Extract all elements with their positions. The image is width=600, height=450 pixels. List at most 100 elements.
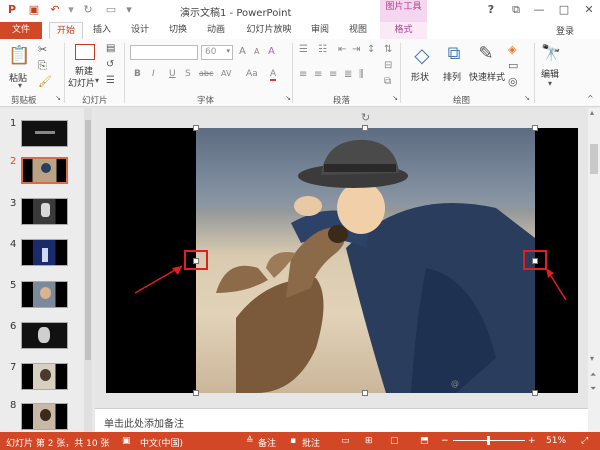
edit-area-scrollbar[interactable]: ▴ ▾ ⏶ ⏷	[588, 108, 600, 432]
numbering-icon[interactable]: ☷	[318, 44, 327, 55]
arrange-button[interactable]: 排列	[443, 70, 461, 83]
undo-icon[interactable]: ↶	[48, 3, 62, 17]
tab-review[interactable]: 审阅	[305, 22, 335, 39]
resize-handle-top-right[interactable]	[532, 125, 538, 131]
new-slide-icon[interactable]	[75, 44, 95, 60]
tab-insert[interactable]: 插入	[87, 22, 117, 39]
underline-button[interactable]: U	[169, 69, 176, 79]
char-spacing-button[interactable]: AV	[221, 69, 231, 78]
start-slideshow-icon[interactable]: ▭	[104, 3, 118, 17]
copy-icon[interactable]: ⎘	[38, 59, 47, 73]
normal-view-icon[interactable]: ▭	[341, 436, 350, 446]
line-spacing-icon[interactable]: ↕	[367, 44, 375, 55]
format-painter-icon[interactable]: 🖌	[38, 75, 52, 88]
help-button[interactable]: ?	[482, 3, 500, 16]
shapes-button[interactable]: 形状	[411, 70, 429, 83]
resize-handle-bottom-right[interactable]	[532, 390, 538, 396]
undo-dropdown-icon[interactable]: ▾	[64, 3, 78, 17]
resize-handle-top[interactable]	[362, 125, 368, 131]
smartart-icon[interactable]: ⧉	[384, 76, 391, 87]
paste-dropdown-icon[interactable]: ▾	[18, 81, 22, 90]
editing-dropdown-icon[interactable]: ▾	[548, 79, 552, 88]
section-icon[interactable]: ☰	[106, 75, 115, 86]
slide-thumbnail[interactable]	[21, 363, 68, 390]
quick-styles-icon[interactable]: ✎	[474, 43, 498, 64]
drawing-launcher-icon[interactable]: ↘	[521, 94, 533, 102]
thumbnail-scrollbar[interactable]	[84, 108, 92, 432]
slideshow-view-icon[interactable]: ⬒	[420, 436, 429, 446]
save-icon[interactable]: ▣	[27, 3, 41, 17]
resize-handle-bottom[interactable]	[362, 390, 368, 396]
align-text-icon[interactable]: ⊟	[384, 60, 392, 71]
zoom-out-button[interactable]: −	[441, 436, 449, 446]
language-status[interactable]: 中文(中国)	[140, 436, 183, 449]
tab-view[interactable]: 视图	[343, 22, 373, 39]
shape-outline-icon[interactable]: ▭	[508, 59, 518, 72]
align-center-icon[interactable]: ≡	[314, 69, 322, 80]
align-left-icon[interactable]: ≡	[299, 69, 307, 80]
align-right-icon[interactable]: ≡	[329, 69, 337, 80]
slide-thumbnail-active[interactable]	[21, 157, 68, 184]
comments-toggle-icon[interactable]: ▪	[290, 436, 296, 446]
find-icon[interactable]: 🔭	[541, 43, 561, 62]
resize-handle-top-left[interactable]	[193, 125, 199, 131]
font-color-button[interactable]: A	[270, 69, 277, 81]
tab-slideshow[interactable]: 幻灯片放映	[243, 22, 295, 39]
slide-sorter-icon[interactable]: ⊞	[365, 436, 373, 446]
font-name-select[interactable]	[130, 45, 198, 60]
slide-thumbnail[interactable]	[21, 322, 68, 349]
next-slide-icon[interactable]: ⏷	[590, 384, 596, 394]
tab-animations[interactable]: 动画	[201, 22, 231, 39]
spellcheck-icon[interactable]: ▣	[122, 436, 131, 446]
bullets-icon[interactable]: ☰	[299, 44, 308, 55]
strikethrough-button[interactable]: abc	[199, 69, 213, 78]
grow-font-button[interactable]: A	[239, 46, 246, 57]
close-button[interactable]: ✕	[580, 3, 598, 16]
shrink-font-button[interactable]: A	[254, 47, 259, 56]
bold-button[interactable]: B	[134, 69, 141, 79]
italic-button[interactable]: I	[152, 69, 155, 79]
tab-format[interactable]: 格式	[380, 22, 427, 39]
columns-icon[interactable]: ⫼	[359, 69, 364, 80]
font-size-select[interactable]: 60 ▾	[201, 45, 233, 60]
scrollbar-thumb[interactable]	[85, 120, 91, 360]
notes-toggle-icon[interactable]: ≙	[246, 436, 254, 446]
scroll-down-icon[interactable]: ▾	[590, 354, 594, 363]
zoom-level[interactable]: 51%	[546, 436, 566, 446]
shadow-button[interactable]: S	[185, 69, 191, 79]
increase-indent-icon[interactable]: ⇥	[352, 44, 360, 55]
reading-view-icon[interactable]: ▢	[390, 436, 399, 446]
slide-thumbnail[interactable]	[21, 198, 68, 225]
comments-toggle-button[interactable]: 批注	[302, 436, 320, 449]
tab-home[interactable]: 开始	[49, 22, 83, 39]
change-case-button[interactable]: Aa	[246, 69, 258, 79]
slide-photo[interactable]: @	[196, 128, 535, 393]
font-size-dropdown-icon[interactable]: ▾	[226, 47, 230, 55]
fit-to-window-icon[interactable]: ⤢	[581, 436, 588, 446]
shapes-icon[interactable]: ◇	[410, 43, 434, 67]
scrollbar-thumb[interactable]	[590, 144, 598, 174]
decrease-indent-icon[interactable]: ⇤	[338, 44, 346, 55]
shape-fill-icon[interactable]: ◈	[508, 43, 516, 56]
minimize-button[interactable]: —	[530, 3, 548, 16]
tab-transitions[interactable]: 切换	[163, 22, 193, 39]
text-direction-icon[interactable]: ⇅	[384, 44, 392, 55]
resize-handle-bottom-left[interactable]	[193, 390, 199, 396]
customize-toolbar-icon[interactable]: ▾	[122, 3, 136, 17]
ribbon-display-button[interactable]: ⧉	[507, 3, 525, 17]
reset-icon[interactable]: ↺	[106, 59, 114, 70]
shape-effects-icon[interactable]: ◎	[508, 75, 518, 88]
quick-styles-button[interactable]: 快速样式	[469, 70, 505, 83]
tab-design[interactable]: 设计	[125, 22, 155, 39]
login-link[interactable]: 登录	[556, 24, 574, 37]
paste-icon[interactable]: 📋	[8, 45, 30, 69]
arrange-icon[interactable]: ⧉	[443, 43, 465, 64]
justify-icon[interactable]: ≣	[344, 69, 352, 80]
clipboard-launcher-icon[interactable]: ↘	[52, 94, 64, 102]
zoom-slider-thumb[interactable]	[487, 436, 490, 445]
slide-thumbnail[interactable]	[21, 281, 68, 308]
previous-slide-icon[interactable]: ⏶	[590, 370, 596, 380]
rotate-handle-icon[interactable]: ↻	[361, 111, 370, 124]
cut-icon[interactable]: ✂	[38, 43, 47, 56]
tab-file[interactable]: 文件	[0, 22, 42, 39]
